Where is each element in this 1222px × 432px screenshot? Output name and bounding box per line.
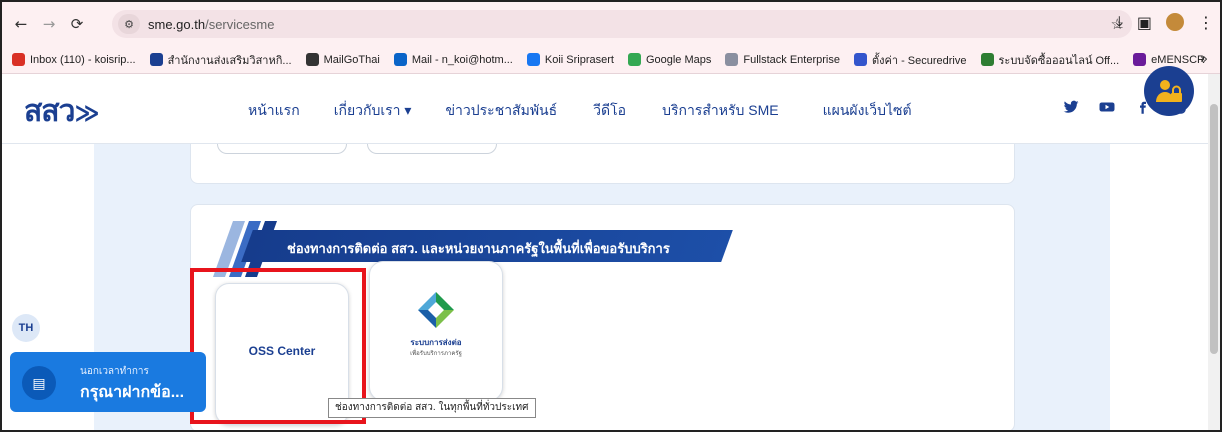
chat-status-text: นอกเวลาทำการ [80,366,149,377]
url-text: sme.go.th/servicesme [148,17,274,32]
logo-arrow-icon: ≫ [74,99,99,127]
bookmark-item[interactable]: Fullstack Enterprise [725,53,840,66]
bookmark-label: Inbox (110) - koisrip... [30,53,136,66]
accessibility-lock-button[interactable] [1144,66,1194,116]
bookmark-favicon-icon [980,53,994,66]
chat-prompt-text: กรุณาฝากข้อ... [80,384,185,401]
bookmark-label: Mail - n_koi@hotm... [411,53,513,66]
bookmark-favicon-icon [627,53,641,66]
chat-widget[interactable]: ▤ นอกเวลาทำการ กรุณาฝากข้อ... [10,352,206,412]
scrollbar-thumb[interactable] [1210,104,1218,354]
bookmark-label: Google Maps [645,53,712,66]
twitter-icon[interactable] [1062,98,1080,116]
menu-item[interactable]: เกี่ยวกับเรา ▾ [334,100,412,122]
gov-referral-subtitle: เพื่อรับบริการภาครัฐ [410,351,462,357]
gov-referral-tile[interactable]: ระบบการส่งต่อ เพื่อรับบริการภาครัฐ [369,261,503,401]
logo-text: สสว [24,95,75,128]
bookmark-item[interactable]: Mail - n_koi@hotm... [393,53,513,66]
gov-referral-logo-icon [418,292,454,328]
bookmark-label: eMENSCR [1151,53,1205,66]
bookmark-item[interactable]: Koii Sriprasert [526,53,614,66]
browser-toolbar: ← → ⟳ ⚙ sme.go.th/servicesme ☆ ⤓ ▣ ⋮ [2,2,1220,46]
bookmark-favicon-icon [305,53,319,66]
bookmark-item[interactable]: สำนักงานส่งเสริมวิสาหกิ... [149,51,292,69]
menu-kebab-icon[interactable]: ⋮ [1198,13,1214,32]
youtube-icon[interactable] [1098,98,1116,116]
toolbar-actions: ⤓ ▣ ⋮ [1116,12,1214,32]
web-page: ช่องทางการติดต่อ สสว. และหน่วยงานภาครัฐใ… [2,74,1208,430]
main-menu: หน้าแรก เกี่ยวกับเรา ▾ ข่าวประชาสัมพันธ์ วี… [248,100,912,122]
section-title: ช่องทางการติดต่อ สสว. และหน่วยงานภาครัฐใ… [287,241,670,256]
bookmark-label: Koii Sriprasert [544,53,614,66]
bookmark-label: Fullstack Enterprise [743,53,840,66]
bookmarks-bar: Inbox (110) - koisrip... สำนักงานส่งเสริม… [2,46,1220,74]
reload-button[interactable]: ⟳ [66,13,88,35]
forward-button[interactable]: → [38,13,60,35]
bookmark-item[interactable]: ระบบจัดซื้อออนไลน์ Off... [980,51,1120,69]
bookmark-favicon-icon [853,53,867,66]
site-info-icon[interactable]: ⚙ [118,14,140,34]
url-path: /servicesme [205,16,275,32]
menu-item[interactable]: ข่าวประชาสัมพันธ์ [445,100,557,122]
bookmark-favicon-icon [149,53,163,66]
tooltip: ช่องทางการติดต่อ สสว. ในทุกพื้นที่ทั่วปร… [328,398,536,418]
bookmark-favicon-icon [725,53,739,66]
bookmark-label: MailGoThai [323,53,380,66]
bookmark-item[interactable]: eMENSCR [1133,53,1205,66]
language-switch-button[interactable]: TH [12,314,40,342]
site-logo[interactable]: สสว≫ [24,88,100,135]
address-bar[interactable]: ⚙ sme.go.th/servicesme ☆ [112,10,1132,38]
side-panel-icon[interactable]: ▣ [1137,13,1152,32]
user-lock-icon [1156,80,1182,102]
menu-item[interactable]: วีดีโอ [593,100,626,122]
bookmarks-overflow-icon[interactable]: » [1200,52,1208,67]
bookmark-favicon-icon [12,53,25,66]
menu-item[interactable]: แผนผังเว็บไซต์ [823,100,912,122]
bookmark-label: สำนักงานส่งเสริมวิสาหกิ... [167,54,292,67]
site-header: สสว≫ หน้าแรก เกี่ยวกับเรา ▾ ข่าวประชาสัมพั… [2,74,1208,144]
menu-item[interactable]: บริการสำหรับ SME [662,100,779,122]
bookmark-favicon-icon [526,53,540,66]
browser-window: ← → ⟳ ⚙ sme.go.th/servicesme ☆ ⤓ ▣ ⋮ Inb… [0,0,1222,432]
profile-avatar[interactable] [1166,13,1184,31]
url-domain: sme.go.th [148,16,206,32]
page-scrollbar[interactable] [1208,74,1220,430]
bookmark-item[interactable]: Inbox (110) - koisrip... [12,53,136,66]
bookmark-label: ระบบจัดซื้อออนไลน์ Off... [998,54,1120,67]
download-icon[interactable]: ⤓ [1116,12,1123,32]
chat-bubble-icon: ▤ [22,366,56,400]
bookmark-item[interactable]: MailGoThai [305,53,380,66]
menu-item[interactable]: หน้าแรก [248,100,300,122]
bookmark-favicon-icon [1133,53,1147,66]
bookmark-item[interactable]: ตั้งค่า - Securedrive [853,51,967,69]
bookmark-favicon-icon [393,53,407,66]
back-button[interactable]: ← [10,13,32,35]
bookmark-item[interactable]: Google Maps [627,53,712,66]
bookmark-label: ตั้งค่า - Securedrive [871,54,967,67]
